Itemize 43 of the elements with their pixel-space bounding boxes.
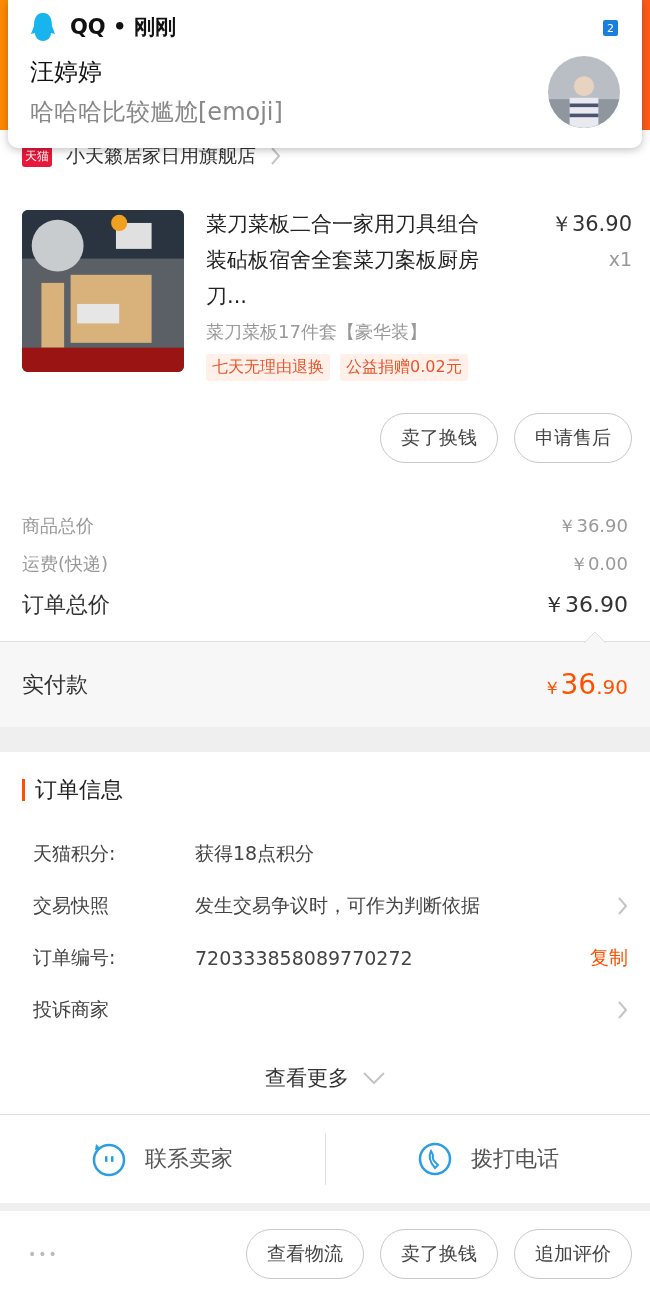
- app-name: QQ • 刚刚: [70, 14, 176, 41]
- info-label: 天猫积分:: [33, 841, 117, 866]
- chevron-down-icon: [363, 1072, 385, 1084]
- phone-icon: [416, 1141, 453, 1177]
- info-value: 720333858089770272: [195, 947, 413, 969]
- info-label: 订单编号:: [33, 945, 117, 970]
- cost-value: ￥0.00: [569, 552, 628, 576]
- chevron-right-icon[interactable]: [617, 1000, 628, 1020]
- message-text: 哈哈哈比较尴尬[emoji]: [30, 97, 284, 128]
- cost-label: 运费(快递): [22, 552, 109, 576]
- info-label: 交易快照: [33, 893, 110, 918]
- chevron-right-icon[interactable]: [617, 896, 628, 916]
- notification-card[interactable]: QQ • 刚刚 2 汪婷婷 哈哈哈比较尴尬[emoji]: [8, 0, 642, 148]
- cost-value: ￥36.90: [558, 514, 628, 538]
- section-title: 订单信息: [35, 776, 123, 804]
- contact-link[interactable]: 拨打电话: [470, 1144, 559, 1174]
- action-button[interactable]: 卖了换钱: [380, 1229, 498, 1279]
- product-quantity: x1: [608, 248, 632, 270]
- action-button[interactable]: 查看物流: [246, 1229, 364, 1279]
- penguin-icon: [30, 12, 56, 42]
- accent-bar: [22, 779, 25, 801]
- action-button[interactable]: 申请售后: [514, 413, 632, 463]
- product-variant: 菜刀菜板17件套【豪华装】: [206, 320, 428, 344]
- cost-value: ￥36.90: [543, 591, 628, 619]
- chevron-right-icon: [270, 146, 281, 166]
- service-tag: 公益捐赠0.02元: [340, 354, 468, 381]
- product-price: ￥36.90: [550, 211, 632, 238]
- contact-link[interactable]: 联系卖家: [145, 1144, 234, 1174]
- info-value: 获得18点积分: [195, 842, 315, 864]
- paid-label: 实付款: [22, 670, 88, 699]
- chat-bubble-icon: [91, 1141, 128, 1177]
- info-value: 发生交易争议时，可作为判断依据: [195, 894, 480, 916]
- show-more-link[interactable]: 查看更多: [265, 1064, 349, 1092]
- count-badge: 2: [603, 20, 618, 36]
- service-tag: 七天无理由退换: [206, 354, 330, 381]
- paid-amount: ￥36.90: [542, 668, 628, 701]
- cost-label: 商品总价: [22, 514, 94, 538]
- info-label: 投诉商家: [33, 997, 110, 1022]
- product-title[interactable]: 菜刀菜板二合一家用刀具组合装砧板宿舍全套菜刀案板厨房刀...: [206, 206, 488, 314]
- action-button[interactable]: 追加评价: [514, 1229, 632, 1279]
- cost-label: 订单总价: [22, 591, 110, 619]
- action-button[interactable]: 卖了换钱: [380, 413, 498, 463]
- sender-name: 汪婷婷: [30, 57, 103, 88]
